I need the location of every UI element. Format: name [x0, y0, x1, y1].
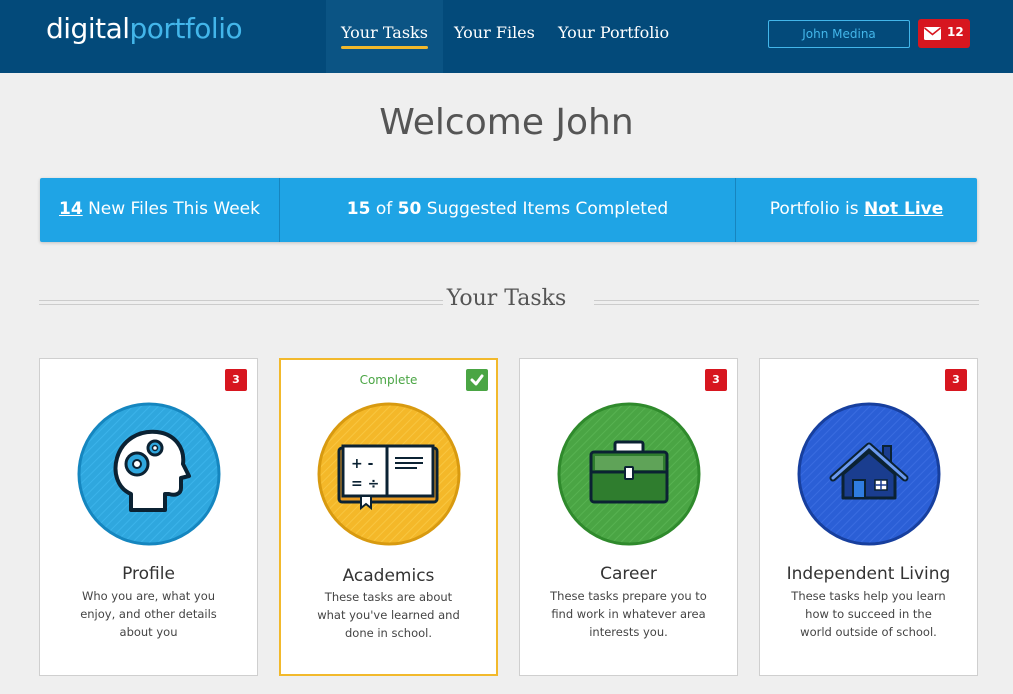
card-description: Who you are, what you enjoy, and other d…: [80, 589, 217, 639]
task-card-academics[interactable]: Complete + - = ÷ Academics These tasks a…: [279, 358, 498, 676]
pending-count-badge: 3: [705, 369, 727, 391]
tab-your-files[interactable]: Your Files: [439, 0, 550, 73]
stats-bar: 14 New Files This Week 15 of 50 Suggeste…: [40, 178, 977, 242]
logo-text-digital: digital: [46, 12, 130, 45]
portfolio-text: Portfolio is: [769, 199, 859, 219]
new-files-count-link[interactable]: 14: [59, 199, 83, 219]
card-title: Independent Living: [786, 564, 951, 584]
open-book-icon: + - = ÷: [317, 402, 461, 546]
checkmark-icon: [466, 369, 488, 391]
tab-label: Your Files: [454, 23, 535, 42]
user-account-button[interactable]: John Medina: [768, 20, 910, 48]
app-logo[interactable]: digitalportfolio: [46, 12, 243, 45]
new-files-text: New Files This Week: [88, 199, 260, 219]
portfolio-status-link[interactable]: Not Live: [864, 199, 943, 219]
tab-your-tasks[interactable]: Your Tasks: [326, 0, 443, 73]
card-title: Academics: [342, 566, 435, 586]
top-nav-bar: digitalportfolio Your Tasks Your Files Y…: [0, 0, 1013, 73]
envelope-icon: [924, 27, 941, 40]
section-title: Your Tasks: [446, 286, 567, 311]
message-count: 12: [947, 25, 964, 39]
completed-count: 15: [346, 199, 371, 219]
pending-count-badge: 3: [225, 369, 247, 391]
card-description: These tasks help you learn how to succee…: [791, 589, 946, 639]
stat-items-completed: 15 of 50 Suggested Items Completed: [280, 178, 735, 242]
house-icon: [797, 402, 941, 546]
logo-text-portfolio: portfolio: [129, 12, 243, 45]
svg-text:+ -: + -: [351, 456, 374, 472]
total-count: 50: [397, 199, 422, 219]
svg-text:= ÷: = ÷: [351, 476, 379, 492]
task-card-independent-living[interactable]: 3 Independent Living These tasks help yo…: [759, 358, 978, 676]
card-description: These tasks are about what you've learne…: [317, 590, 460, 640]
pending-count-badge: 3: [945, 369, 967, 391]
completed-text: Suggested Items Completed: [426, 199, 669, 219]
task-card-career[interactable]: 3 Career These tasks prepare you to find…: [519, 358, 738, 676]
welcome-heading: Welcome John: [379, 102, 634, 143]
active-tab-underline: [341, 46, 428, 49]
card-title: Profile: [122, 564, 175, 584]
card-description: These tasks prepare you to find work in …: [550, 589, 707, 639]
card-title: Career: [600, 564, 657, 584]
tab-your-portfolio[interactable]: Your Portfolio: [543, 0, 684, 73]
of-text: of: [375, 199, 393, 219]
head-gears-icon: [77, 402, 221, 546]
briefcase-icon: [557, 402, 701, 546]
messages-button[interactable]: 12: [918, 19, 970, 48]
task-card-profile[interactable]: 3 Profile Who you are, what you enjoy, a…: [39, 358, 258, 676]
tab-label: Your Portfolio: [558, 23, 670, 42]
complete-status-label: Complete: [359, 373, 418, 387]
tab-label: Your Tasks: [341, 23, 428, 42]
stat-portfolio-status: Portfolio is Not Live: [736, 178, 977, 242]
stat-new-files: 14 New Files This Week: [40, 178, 279, 242]
